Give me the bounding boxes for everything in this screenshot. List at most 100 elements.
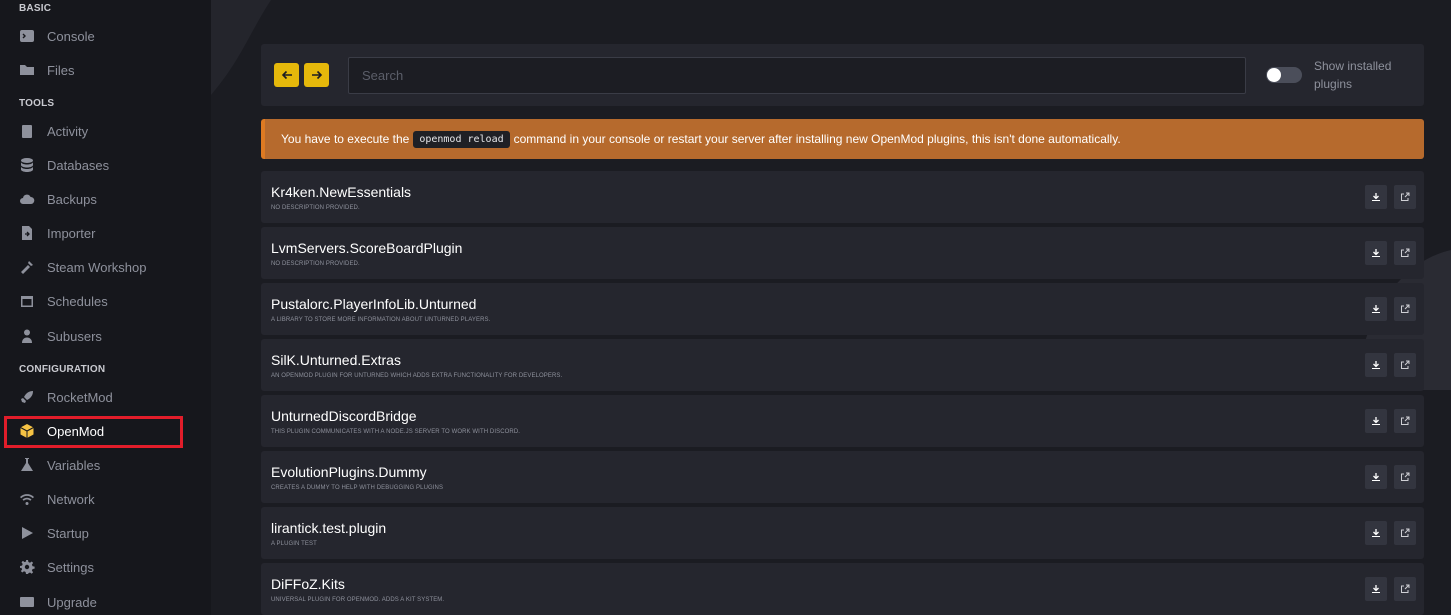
download-icon [1372, 249, 1380, 257]
play-icon [18, 525, 35, 542]
plugin-card: LvmServers.ScoreBoardPlugin NO DESCRIPTI… [261, 227, 1424, 279]
main-content: Show installed plugins You have to execu… [211, 0, 1451, 615]
sidebar-item-label: Console [47, 28, 95, 44]
sidebar-item-label: Backups [47, 191, 97, 207]
plugin-card: DiFFoZ.Kits UNIVERSAL PLUGIN FOR OPENMOD… [261, 563, 1424, 615]
sidebar-item-settings[interactable]: Settings [0, 552, 211, 582]
user-icon [18, 328, 35, 345]
section-label-basic: BASIC [19, 3, 52, 14]
sidebar-item-activity[interactable]: Activity [0, 116, 211, 146]
install-button[interactable] [1365, 241, 1387, 265]
plugin-name: EvolutionPlugins.Dummy [271, 464, 427, 480]
arrow-left-icon [281, 70, 292, 80]
sidebar-item-label: Settings [47, 559, 94, 575]
sidebar-item-label: Subusers [47, 328, 102, 344]
flask-icon [18, 457, 35, 474]
gear-icon [18, 559, 35, 576]
search-input[interactable] [348, 57, 1246, 94]
install-button[interactable] [1365, 465, 1387, 489]
plugin-name: Pustalorc.PlayerInfoLib.Unturned [271, 296, 477, 312]
open-link-button[interactable] [1394, 465, 1416, 489]
sidebar-item-databases[interactable]: Databases [0, 150, 211, 180]
plugin-card: EvolutionPlugins.Dummy CREATES A DUMMY T… [261, 451, 1424, 503]
sidebar-item-label: Startup [47, 525, 89, 541]
external-link-icon [1401, 192, 1410, 201]
sidebar-item-label: Importer [47, 225, 96, 241]
plugin-description: THIS PLUGIN COMMUNICATES WITH A NODE.JS … [271, 429, 521, 435]
wifi-icon [18, 491, 35, 508]
download-icon [1372, 473, 1380, 481]
install-button[interactable] [1365, 297, 1387, 321]
sidebar-item-label: Databases [47, 157, 110, 173]
download-icon [1372, 361, 1380, 369]
plugin-card: Pustalorc.PlayerInfoLib.Unturned A LIBRA… [261, 283, 1424, 335]
previous-page-button[interactable] [274, 63, 299, 87]
alert-text-suffix: command in your console or restart your … [513, 132, 1121, 146]
plugin-description: AN OPENMOD PLUGIN FOR UNTURNED WHICH ADD… [271, 373, 563, 379]
next-page-button[interactable] [304, 63, 329, 87]
sidebar-item-variables[interactable]: Variables [0, 450, 211, 480]
plugin-description: NO DESCRIPTION PROVIDED. [271, 205, 360, 211]
plugin-name: Kr4ken.NewEssentials [271, 184, 412, 200]
install-button[interactable] [1365, 577, 1387, 601]
clipboard-icon [18, 123, 35, 140]
toggle-knob [1267, 68, 1281, 82]
download-icon [1372, 193, 1380, 201]
open-link-button[interactable] [1394, 409, 1416, 433]
plugin-description: A LIBRARY TO STORE MORE INFORMATION ABOU… [271, 317, 491, 323]
plugin-card: Kr4ken.NewEssentials NO DESCRIPTION PROV… [261, 171, 1424, 223]
external-link-icon [1401, 528, 1410, 537]
download-icon [1372, 417, 1380, 425]
sidebar-item-label: Files [47, 62, 75, 78]
plugin-description: UNIVERSAL PLUGIN FOR OPENMOD. ADDS A KIT… [271, 597, 445, 603]
sidebar-item-label: RocketMod [47, 389, 113, 405]
sidebar-item-importer[interactable]: Importer [0, 218, 211, 248]
plugin-toolbar: Show installed plugins [261, 44, 1424, 106]
plugin-name: lirantick.test.plugin [271, 520, 387, 536]
show-installed-toggle[interactable] [1266, 67, 1302, 83]
active-item-highlight [4, 416, 183, 448]
sidebar-item-console[interactable]: Console [0, 21, 211, 51]
alert-code: openmod reload [413, 130, 510, 148]
sidebar-item-label: Steam Workshop [47, 259, 147, 275]
sidebar-item-label: Upgrade [47, 594, 97, 610]
plugin-card: lirantick.test.plugin A PLUGIN TEST [261, 507, 1424, 559]
download-icon [1372, 529, 1380, 537]
open-link-button[interactable] [1394, 577, 1416, 601]
arrow-right-icon [311, 70, 322, 80]
sidebar: BASIC Console Files TOOLS Activity Datab… [0, 0, 211, 615]
external-link-icon [1401, 248, 1410, 257]
install-button[interactable] [1365, 185, 1387, 209]
open-link-button[interactable] [1394, 353, 1416, 377]
open-link-button[interactable] [1394, 297, 1416, 321]
file-import-icon [18, 225, 35, 242]
show-installed-label: Show installed plugins [1314, 59, 1392, 91]
external-link-icon [1401, 472, 1410, 481]
sidebar-item-files[interactable]: Files [0, 55, 211, 85]
section-label-configuration: CONFIGURATION [19, 364, 106, 375]
sidebar-item-network[interactable]: Network [0, 484, 211, 514]
sidebar-item-subusers[interactable]: Subusers [0, 321, 211, 351]
install-button[interactable] [1365, 409, 1387, 433]
install-button[interactable] [1365, 353, 1387, 377]
download-icon [1372, 305, 1380, 313]
plugin-name: DiFFoZ.Kits [271, 576, 345, 592]
plugin-card: UnturnedDiscordBridge THIS PLUGIN COMMUN… [261, 395, 1424, 447]
open-link-button[interactable] [1394, 185, 1416, 209]
plugin-name: LvmServers.ScoreBoardPlugin [271, 240, 463, 256]
open-link-button[interactable] [1394, 521, 1416, 545]
open-link-button[interactable] [1394, 241, 1416, 265]
plugin-name: UnturnedDiscordBridge [271, 408, 417, 424]
plugin-description: NO DESCRIPTION PROVIDED. [271, 261, 360, 267]
sidebar-item-steam-workshop[interactable]: Steam Workshop [0, 252, 211, 282]
sidebar-item-rocketmod[interactable]: RocketMod [0, 382, 211, 412]
external-link-icon [1401, 416, 1410, 425]
download-icon [1372, 585, 1380, 593]
sidebar-item-schedules[interactable]: Schedules [0, 286, 211, 316]
sidebar-item-upgrade[interactable]: Upgrade [0, 587, 211, 615]
install-button[interactable] [1365, 521, 1387, 545]
sidebar-item-backups[interactable]: Backups [0, 184, 211, 214]
sidebar-item-label: Schedules [47, 293, 108, 309]
alert-text-prefix: You have to execute the [281, 132, 410, 146]
sidebar-item-startup[interactable]: Startup [0, 518, 211, 548]
